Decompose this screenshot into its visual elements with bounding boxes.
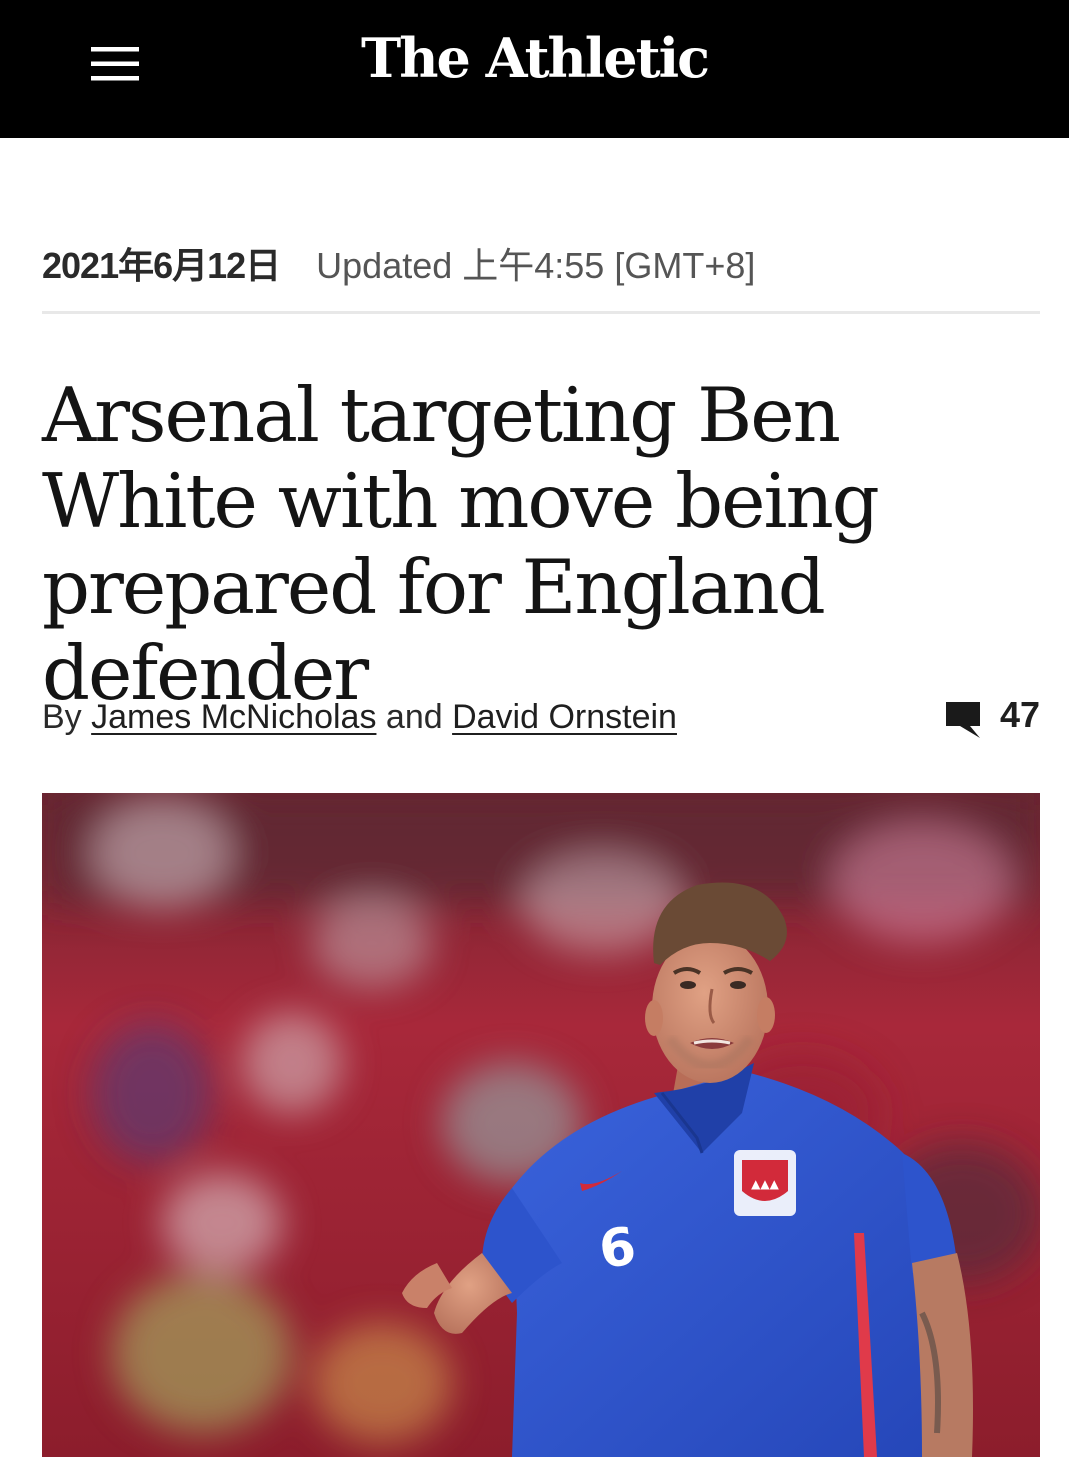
site-logo[interactable]: The Athletic [0,26,1069,90]
comments-button[interactable]: 47 [945,690,1040,740]
top-navigation-bar: The Athletic [0,0,1069,138]
hero-photo: ▲▲▲ 6 [42,793,1040,1457]
comment-count: 47 [999,694,1040,735]
comment-bubble-icon [945,702,980,738]
byline: By James McNicholas and David Ornstein [42,692,677,742]
byline-connector: and [385,698,443,736]
author-link-david-ornstein[interactable]: David Ornstein [452,698,677,736]
author-link-james-mcnicholas[interactable]: James McNicholas [91,698,376,736]
article-meta: 2021年6月12日 Updated 上午4:55 [GMT+8] [42,238,1040,294]
publish-date: 2021年6月12日 [42,245,281,286]
article-headline: Arsenal targeting Ben White with move be… [42,371,880,717]
byline-prefix: By [42,698,82,736]
updated-time: Updated 上午4:55 [GMT+8] [316,245,756,286]
svg-text:▲▲▲: ▲▲▲ [751,1177,779,1191]
meta-divider [42,311,1040,314]
